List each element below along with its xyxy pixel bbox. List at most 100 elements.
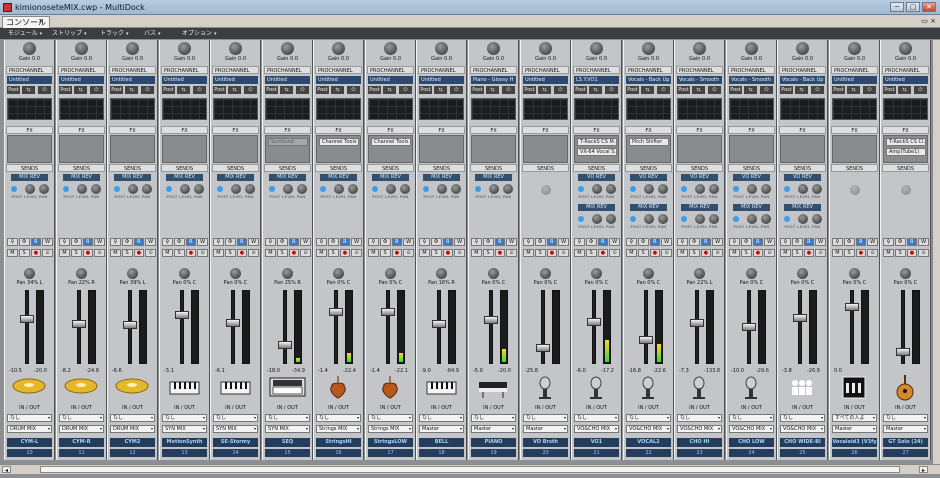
fx-bin[interactable] [110, 135, 155, 163]
read-automation-button[interactable]: R [288, 238, 300, 246]
input-echo-button[interactable]: ♀ [368, 238, 379, 246]
send-pan-knob[interactable] [348, 184, 358, 194]
send-pan-knob[interactable] [39, 184, 49, 194]
eq-graph[interactable] [471, 98, 516, 120]
record-arm-button[interactable]: ● [236, 249, 248, 257]
prochannel-preset[interactable]: Untitled [59, 76, 104, 84]
scroll-right-arrow[interactable]: ▸ [919, 466, 928, 474]
solo-button[interactable]: S [327, 249, 339, 257]
input-echo-button[interactable]: ♀ [213, 238, 224, 246]
track-name[interactable]: VOCAL2 [626, 438, 671, 447]
scroll-left-arrow[interactable]: ◂ [2, 466, 11, 474]
gain-knob[interactable] [384, 42, 397, 55]
fx-bin[interactable]: Channel Tools [368, 135, 413, 163]
fx-bin[interactable] [162, 135, 207, 163]
write-automation-button[interactable]: W [197, 238, 208, 246]
record-arm-button[interactable]: ● [133, 249, 145, 257]
write-automation-button[interactable]: W [506, 238, 517, 246]
mic-icon[interactable] [626, 374, 671, 402]
power-icon[interactable]: ⏻ [554, 86, 567, 94]
io-header[interactable]: IN / OUT [367, 404, 414, 412]
input-echo-button[interactable]: ♀ [110, 238, 121, 246]
monitor-button[interactable]: ⊙ [351, 249, 362, 257]
io-header[interactable]: IN / OUT [728, 404, 775, 412]
gain-knob[interactable] [435, 42, 448, 55]
send-level-knob[interactable] [77, 184, 87, 194]
fx-bin[interactable] [677, 135, 722, 163]
send-pan-knob[interactable] [503, 184, 513, 194]
input-echo-button[interactable]: ♀ [729, 238, 740, 246]
post-toggle[interactable]: Post [780, 86, 793, 94]
record-arm-button[interactable]: ● [82, 249, 94, 257]
synth-icon[interactable] [265, 374, 310, 402]
output-select[interactable]: SYN MIX ▾ [265, 425, 310, 433]
scroll-thumb[interactable] [40, 466, 900, 473]
eq-graph[interactable] [677, 98, 722, 120]
prochannel-bypass[interactable]: ⇆ [589, 86, 602, 94]
send-name[interactable]: MIX REV [320, 174, 357, 181]
read-automation-button[interactable]: R [391, 238, 403, 246]
send-pan-knob[interactable] [245, 184, 255, 194]
prochannel-header[interactable]: PROCHANNEL [109, 66, 156, 74]
track-name[interactable]: Vocaloid3 (V3fy [832, 438, 877, 447]
input-echo-button[interactable]: ♀ [626, 238, 637, 246]
eq-graph[interactable] [626, 98, 671, 120]
power-icon[interactable]: ⏻ [863, 86, 876, 94]
fx-slot[interactable]: VX-64 Vocal S... [577, 148, 617, 156]
send-name[interactable]: MIX REV [217, 174, 254, 181]
post-toggle[interactable]: Post [162, 86, 175, 94]
send-power-led[interactable] [114, 186, 120, 192]
group-icon[interactable] [780, 374, 825, 402]
fx-header[interactable]: FX [676, 126, 723, 134]
send-pan-knob[interactable] [142, 184, 152, 194]
fx-bin[interactable] [213, 135, 258, 163]
send-level-knob[interactable] [644, 184, 654, 194]
solo-button[interactable]: S [70, 249, 82, 257]
monitor-button[interactable]: ⊙ [609, 249, 620, 257]
fx-header[interactable]: FX [367, 126, 414, 134]
read-automation-button[interactable]: R [597, 238, 609, 246]
send-pan-knob[interactable] [812, 214, 822, 224]
sends-header[interactable]: SENDS [264, 164, 311, 172]
pan-knob[interactable] [643, 268, 654, 279]
phase-button[interactable]: Φ [791, 238, 803, 246]
send-power-led[interactable] [784, 216, 790, 222]
power-icon[interactable]: ⏻ [90, 86, 103, 94]
sends-header[interactable]: SENDS [573, 164, 620, 172]
send-power-led[interactable] [166, 186, 172, 192]
volume-fader[interactable] [329, 308, 343, 316]
eq-graph[interactable] [523, 98, 568, 120]
sends-header[interactable]: SENDS [779, 164, 826, 172]
prochannel-header[interactable]: PROCHANNEL [315, 66, 362, 74]
prochannel-bypass[interactable]: ⇆ [22, 86, 35, 94]
menu-2[interactable]: ストリップ ▾ [52, 29, 87, 38]
sends-header[interactable]: SENDS [676, 164, 723, 172]
power-icon[interactable]: ⏻ [760, 86, 773, 94]
mic-icon[interactable] [677, 374, 722, 402]
output-select[interactable]: VO&CHO MIX ▾ [574, 425, 619, 433]
volume-fader[interactable] [536, 344, 550, 352]
sends-header[interactable]: SENDS [522, 164, 569, 172]
volume-fader[interactable] [639, 336, 653, 344]
mute-button[interactable]: M [419, 249, 430, 257]
prochannel-header[interactable]: PROCHANNEL [470, 66, 517, 74]
mute-button[interactable]: M [626, 249, 637, 257]
sends-header[interactable]: SENDS [367, 164, 414, 172]
minimize-button[interactable]: ─ [890, 2, 904, 12]
fx-header[interactable]: FX [728, 126, 775, 134]
input-select[interactable]: なし ▾ [729, 414, 774, 422]
prochannel-preset[interactable]: Untitled [419, 76, 464, 84]
send-level-knob[interactable] [592, 214, 602, 224]
input-echo-button[interactable]: ♀ [162, 238, 173, 246]
fx-slot[interactable]: Surround [268, 138, 308, 146]
track-name[interactable]: BELL [419, 438, 464, 447]
record-arm-button[interactable]: ● [391, 249, 403, 257]
io-header[interactable]: IN / OUT [625, 404, 672, 412]
fx-bin[interactable] [471, 135, 516, 163]
pan-knob[interactable] [488, 268, 499, 279]
read-automation-button[interactable]: R [236, 238, 248, 246]
send-level-knob[interactable] [850, 185, 860, 195]
send-name[interactable]: MIX REV [423, 174, 460, 181]
input-echo-button[interactable]: ♀ [471, 238, 482, 246]
monitor-button[interactable]: ⊙ [42, 249, 53, 257]
